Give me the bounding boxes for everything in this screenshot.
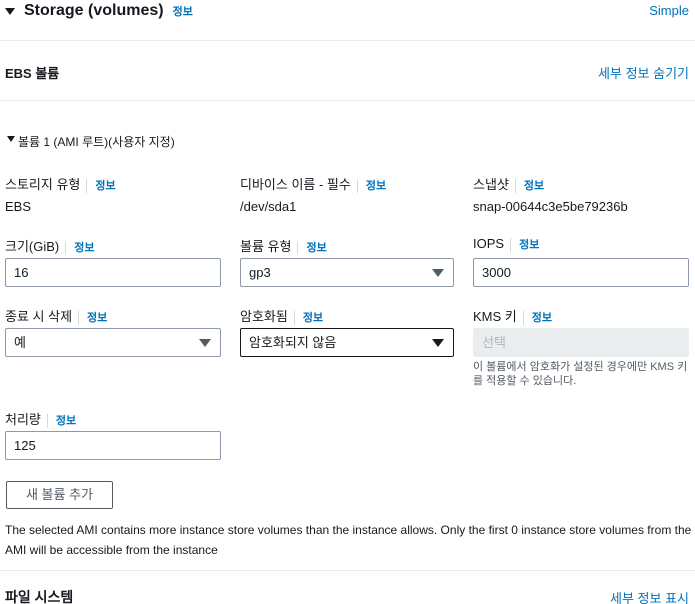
volume-type-info-link[interactable]: 정보 bbox=[306, 242, 326, 254]
section-title: Storage (volumes) bbox=[24, 2, 164, 19]
kms-key-label: KMS 키 bbox=[473, 309, 517, 324]
encrypted-label: 암호화됨 bbox=[240, 309, 288, 324]
storage-type-label-row: 스토리지 유형 정보 bbox=[5, 174, 116, 193]
volume-1-header[interactable]: 볼륨 1 (AMI 루트)(사용자 지정) bbox=[7, 133, 175, 150]
kms-key-label-row: KMS 키 정보 bbox=[473, 306, 552, 325]
kms-key-select: 선택 bbox=[473, 328, 689, 357]
iops-info-link[interactable]: 정보 bbox=[519, 239, 539, 251]
snapshot-value: snap-00644c3e5be79236b bbox=[473, 199, 628, 214]
throughput-info-link[interactable]: 정보 bbox=[56, 415, 76, 427]
throughput-label-row: 처리량 정보 bbox=[5, 409, 76, 428]
separator bbox=[297, 240, 299, 255]
device-name-value: /dev/sda1 bbox=[240, 199, 297, 214]
snapshot-label-row: 스냅샷 정보 bbox=[473, 174, 544, 193]
storage-type-info-link[interactable]: 정보 bbox=[95, 180, 115, 192]
collapse-caret-icon[interactable] bbox=[5, 7, 15, 15]
storage-section-header[interactable]: Storage (volumes) 정보 bbox=[5, 1, 193, 21]
dropdown-arrow-icon bbox=[432, 339, 444, 347]
show-details-link[interactable]: 세부 정보 표시 bbox=[610, 588, 689, 604]
encrypted-select[interactable]: 암호화되지 않음 bbox=[240, 328, 454, 357]
delete-on-termination-select[interactable]: 예 bbox=[5, 328, 221, 357]
snapshot-info-link[interactable]: 정보 bbox=[524, 180, 544, 192]
kms-key-hint: 이 볼륨에서 암호화가 설정된 경우에만 KMS 키를 적용할 수 있습니다. bbox=[473, 361, 688, 387]
file-system-title: 파일 시스템 bbox=[5, 589, 74, 604]
device-name-label-row: 디바이스 이름 - 필수 정보 bbox=[240, 174, 386, 193]
storage-type-value: EBS bbox=[5, 199, 32, 214]
separator bbox=[293, 310, 295, 325]
size-input[interactable]: 16 bbox=[5, 258, 221, 287]
section-info-link[interactable]: 정보 bbox=[173, 3, 193, 19]
throughput-label: 처리량 bbox=[5, 412, 41, 427]
instance-store-warning: The selected AMI contains more instance … bbox=[5, 523, 692, 557]
volume-type-label: 볼륨 유형 bbox=[240, 239, 292, 254]
hide-details-link[interactable]: 세부 정보 숨기기 bbox=[598, 63, 689, 82]
expand-caret-icon[interactable] bbox=[7, 136, 15, 142]
dropdown-arrow-icon bbox=[199, 339, 211, 347]
volume-type-select[interactable]: gp3 bbox=[240, 258, 454, 287]
separator bbox=[356, 178, 358, 193]
volume-1-title: 볼륨 1 (AMI 루트)(사용자 지정) bbox=[18, 135, 175, 149]
iops-label-row: IOPS 정보 bbox=[473, 236, 539, 252]
divider bbox=[0, 100, 695, 101]
size-info-link[interactable]: 정보 bbox=[74, 242, 94, 254]
iops-label: IOPS bbox=[473, 236, 505, 251]
delete-on-termination-selected-value: 예 bbox=[14, 335, 26, 350]
divider bbox=[0, 40, 695, 41]
iops-input[interactable]: 3000 bbox=[473, 258, 689, 287]
kms-key-placeholder: 선택 bbox=[482, 335, 506, 350]
snapshot-label: 스냅샷 bbox=[473, 177, 509, 192]
device-name-label: 디바이스 이름 - 필수 bbox=[240, 177, 351, 192]
dropdown-arrow-icon bbox=[432, 269, 444, 277]
encrypted-info-link[interactable]: 정보 bbox=[303, 312, 323, 324]
volume-type-label-row: 볼륨 유형 정보 bbox=[240, 236, 327, 255]
simple-mode-link[interactable]: Simple bbox=[649, 3, 689, 18]
delete-on-termination-label: 종료 시 삭제 bbox=[5, 309, 73, 324]
throughput-input[interactable]: 125 bbox=[5, 431, 221, 460]
device-name-info-link[interactable]: 정보 bbox=[366, 180, 386, 192]
encrypted-label-row: 암호화됨 정보 bbox=[240, 306, 323, 325]
ebs-volumes-title: EBS 볼륨 bbox=[5, 66, 60, 81]
size-label-row: 크기(GiB) 정보 bbox=[5, 236, 95, 255]
separator bbox=[78, 310, 80, 325]
kms-key-info-link[interactable]: 정보 bbox=[532, 312, 552, 324]
delete-on-termination-info-link[interactable]: 정보 bbox=[87, 312, 107, 324]
storage-type-label: 스토리지 유형 bbox=[5, 177, 81, 192]
delete-on-termination-label-row: 종료 시 삭제 정보 bbox=[5, 306, 107, 325]
separator bbox=[86, 178, 88, 193]
separator bbox=[510, 237, 512, 252]
divider bbox=[0, 570, 695, 571]
add-volume-button[interactable]: 새 볼륨 추가 bbox=[6, 481, 113, 509]
separator bbox=[514, 178, 516, 193]
separator bbox=[65, 240, 67, 255]
separator bbox=[46, 413, 48, 428]
size-label: 크기(GiB) bbox=[5, 239, 60, 254]
encrypted-selected-value: 암호화되지 않음 bbox=[249, 335, 337, 350]
separator bbox=[522, 310, 524, 325]
volume-type-selected-value: gp3 bbox=[249, 265, 271, 280]
